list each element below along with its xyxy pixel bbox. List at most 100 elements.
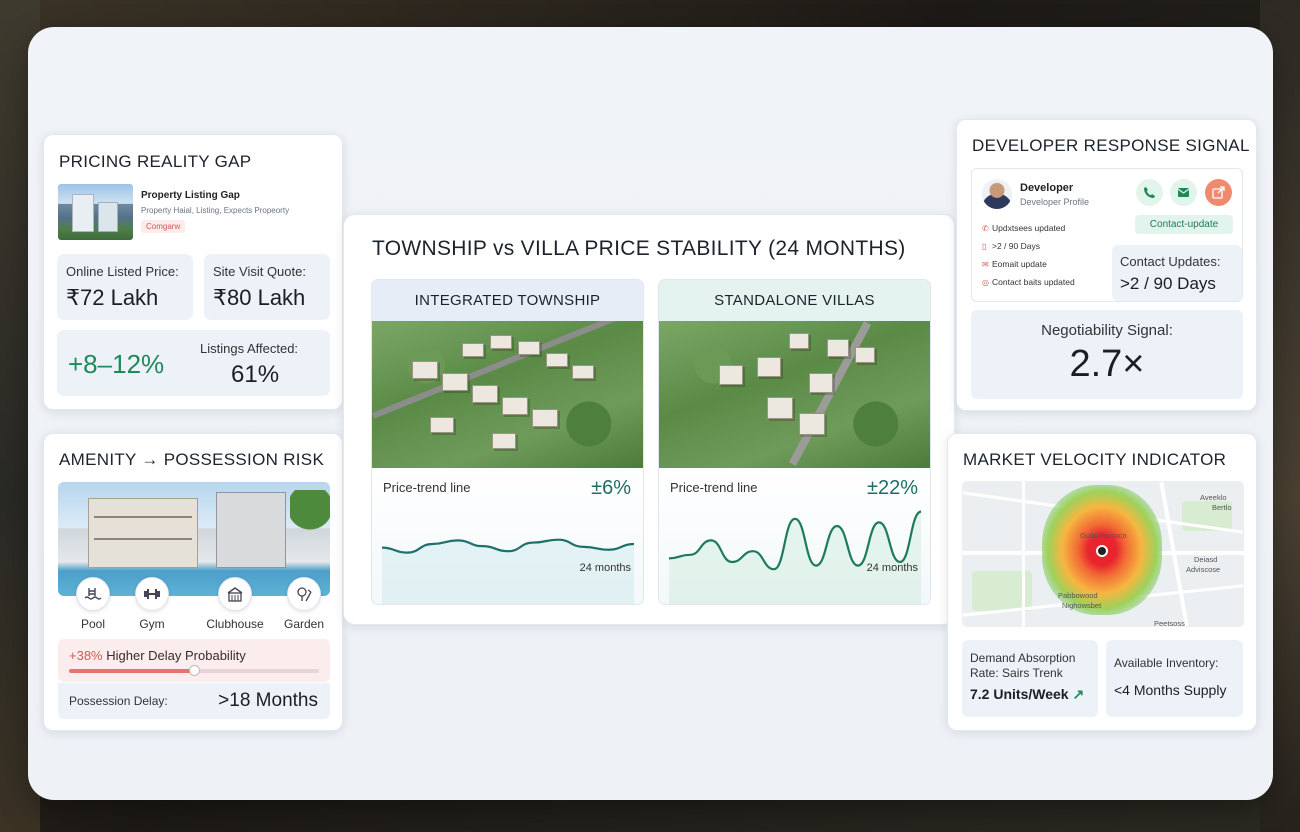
activity-item: ◎ Contact baits updated: [982, 277, 1075, 287]
card-title: DEVELOPER RESPONSE SIGNAL: [972, 136, 1250, 155]
delay-probability-box: +38% Higher Delay Probability: [58, 639, 330, 682]
absorption-value: 7.2 Units/Week ↗: [970, 686, 1085, 702]
site-quote-label: Site Visit Quote:: [213, 264, 306, 279]
developer-response-card: DEVELOPER RESPONSE SIGNAL Developer Deve…: [956, 119, 1257, 411]
amenity-clubhouse[interactable]: Clubhouse: [205, 577, 265, 631]
card-title: PRICING REALITY GAP: [59, 152, 252, 171]
online-price-value: ₹72 Lakh: [66, 285, 159, 310]
amenity-pool[interactable]: Pool: [63, 577, 123, 631]
delay-slider[interactable]: [69, 665, 319, 676]
listings-affected-value: 61%: [231, 361, 280, 388]
delay-probability-text: +38% Higher Delay Probability: [69, 648, 246, 663]
activity-item: ✉ Eomait update: [982, 259, 1047, 269]
possession-delay-box: Possession Delay: >18 Months: [58, 683, 330, 719]
trend-value: ±6%: [591, 477, 631, 499]
demand-heatmap[interactable]: Aveeklo Bertlo Deiasd Adviscose Guils Po…: [962, 481, 1244, 627]
township-column: INTEGRATED TOWNSHIP Price-trend line ±6%…: [371, 279, 644, 605]
pricing-reality-gap-card: PRICING REALITY GAP Property Listing Gap…: [43, 134, 343, 410]
activity-item: ✆ Updxtsees updated: [982, 223, 1066, 233]
phone-icon[interactable]: [1136, 179, 1163, 206]
garden-icon: [287, 577, 321, 611]
property-listing-row[interactable]: Property Listing Gap Property Haial, Lis…: [58, 184, 330, 242]
map-label: Pabbowood: [1058, 591, 1098, 600]
developer-profile: Developer Profile: [1020, 197, 1090, 207]
column-heading: INTEGRATED TOWNSHIP: [372, 280, 643, 321]
mail-icon[interactable]: [1170, 179, 1197, 206]
site-quote-value: ₹80 Lakh: [213, 285, 306, 310]
amenity-garden[interactable]: Garden: [274, 577, 334, 631]
mobile-icon: ▯: [982, 242, 987, 251]
gym-icon: [135, 577, 169, 611]
online-price-label: Online Listed Price:: [66, 264, 179, 279]
negotiability-label: Negotiability Signal:: [1041, 322, 1173, 339]
contact-update-button[interactable]: Contact-update: [1135, 215, 1233, 234]
site-quote-box: Site Visit Quote: ₹80 Lakh: [204, 254, 330, 320]
delay-slider-fill: [69, 669, 194, 673]
amenity-label: Pool: [80, 617, 106, 631]
share-icon[interactable]: [1205, 179, 1232, 206]
listings-affected-label: Listings Affected:: [200, 341, 299, 356]
column-heading: STANDALONE VILLAS: [659, 280, 930, 321]
amenity-possession-risk-card: AMENITY → POSSESSION RISK Pool Gym Clubh…: [43, 433, 343, 731]
map-label: Bertlo: [1212, 503, 1232, 512]
activity-item: ▯ >2 / 90 Days: [982, 241, 1040, 251]
map-label: Guils Porsocn: [1080, 531, 1127, 540]
gap-percentage: +8–12%: [68, 349, 165, 379]
trend-period: 24 months: [866, 562, 918, 574]
amenity-label: Clubhouse: [206, 617, 264, 631]
clubhouse-icon: [218, 577, 252, 611]
villas-trend-chart: Price-trend line ±22% 24 months: [659, 468, 930, 604]
contact-updates-label: Contact Updates:: [1120, 254, 1221, 269]
developer-name: Developer: [1020, 182, 1074, 194]
map-label: Deiasd: [1194, 555, 1218, 564]
map-label: Adviscose: [1186, 565, 1221, 574]
amenity-label: Garden: [283, 617, 325, 631]
available-inventory-box: Available Inventory: <4 Months Supply: [1106, 640, 1243, 717]
online-price-box: Online Listed Price: ₹72 Lakh: [57, 254, 193, 320]
delay-percentage: +38%: [69, 648, 103, 663]
possession-delay-value: >18 Months: [218, 690, 318, 711]
map-label: Aveeklo: [1200, 493, 1227, 502]
panel-title: TOWNSHIP vs VILLA PRICE STABILITY (24 MO…: [372, 237, 906, 260]
market-velocity-card: MARKET VELOCITY INDICATOR Aveeklo Bertlo…: [947, 433, 1257, 731]
inventory-label: Available Inventory:: [1114, 656, 1219, 670]
trend-up-icon: ↗: [1072, 686, 1085, 702]
trend-value: ±22%: [866, 477, 918, 499]
amenity-icons-row: Pool Gym Clubhouse Garden: [58, 577, 330, 631]
map-label: Nighowsbet: [1062, 601, 1102, 610]
avatar: [982, 179, 1012, 209]
card-title: AMENITY → POSSESSION RISK: [59, 450, 325, 469]
price-stability-panel: TOWNSHIP vs VILLA PRICE STABILITY (24 MO…: [343, 214, 955, 625]
gap-summary-box: +8–12% Listings Affected: 61%: [57, 330, 330, 396]
delay-slider-handle[interactable]: [189, 665, 200, 676]
villas-aerial-photo: [659, 321, 930, 468]
demand-absorption-box: Demand Absorption Rate: Sairs Trenk 7.2 …: [962, 640, 1098, 717]
amenity-gym[interactable]: Gym: [122, 577, 182, 631]
listing-badge[interactable]: Comgarw: [141, 220, 186, 233]
villas-column: STANDALONE VILLAS Price-trend line ±22% …: [658, 279, 931, 605]
amenity-label: Gym: [139, 617, 165, 631]
listing-title: Property Listing Gap: [141, 190, 240, 201]
target-icon: ◎: [982, 278, 989, 287]
possession-delay-label: Possession Delay:: [69, 694, 168, 708]
map-label: Peetsoss: [1154, 619, 1185, 627]
trend-period: 24 months: [579, 562, 631, 574]
contact-updates-value: >2 / 90 Days: [1120, 274, 1216, 293]
property-thumbnail: [58, 184, 133, 240]
pool-icon: [76, 577, 110, 611]
phone-icon: ✆: [982, 224, 989, 233]
inventory-value: <4 Months Supply: [1114, 682, 1227, 698]
developer-panel: Developer Developer Profile Contact-upda…: [971, 168, 1243, 302]
mail-icon: ✉: [982, 260, 989, 269]
township-aerial-photo: [372, 321, 643, 468]
negotiability-signal-box: Negotiability Signal: 2.7×: [971, 310, 1243, 399]
trend-label: Price-trend line: [670, 480, 758, 495]
card-title: MARKET VELOCITY INDICATOR: [963, 450, 1227, 469]
absorption-label: Demand Absorption Rate: Sairs Trenk: [970, 651, 1076, 680]
negotiability-value: 2.7×: [1069, 343, 1145, 385]
contact-updates-box: Contact Updates: >2 / 90 Days: [1112, 245, 1242, 301]
listing-subtitle: Property Haial, Listing, Expects Propeor…: [141, 206, 290, 215]
location-pin-icon[interactable]: [1096, 545, 1108, 557]
trend-label: Price-trend line: [383, 480, 471, 495]
township-trend-chart: Price-trend line ±6% 24 months: [372, 468, 643, 604]
